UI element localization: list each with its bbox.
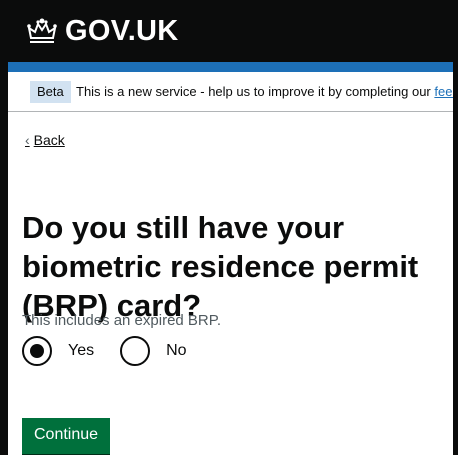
chevron-left-icon: ‹ — [25, 132, 30, 148]
question-hint: This includes an expired BRP. — [22, 312, 221, 329]
govuk-logotype[interactable]: GOV.UK — [65, 15, 179, 48]
crown-icon — [25, 16, 59, 46]
continue-button[interactable]: Continue — [22, 418, 111, 454]
back-link[interactable]: ‹ Back — [25, 132, 65, 148]
govuk-header: GOV.UK — [8, 0, 453, 62]
phase-banner-text: This is a new service - help us to impro… — [76, 84, 453, 99]
feedback-link[interactable]: feedback — [434, 84, 453, 99]
question-heading: Do you still have your biometric residen… — [22, 210, 419, 323]
phase-banner-message: This is a new service - help us to impro… — [76, 84, 435, 99]
radio-label-yes[interactable]: Yes — [68, 342, 94, 360]
right-frame — [453, 0, 458, 455]
radio-option-no[interactable]: No — [120, 336, 187, 366]
left-frame — [0, 0, 8, 455]
radio-button-no[interactable] — [120, 336, 151, 366]
back-link-label: Back — [33, 132, 65, 148]
header-accent-bar — [8, 62, 453, 72]
radio-label-no[interactable]: No — [166, 342, 186, 360]
radio-option-yes[interactable]: Yes — [22, 336, 94, 366]
radio-group: Yes No — [22, 336, 213, 366]
radio-button-yes[interactable] — [22, 336, 52, 366]
phase-banner: Beta This is a new service - help us to … — [8, 72, 453, 112]
phase-tag: Beta — [30, 81, 71, 103]
